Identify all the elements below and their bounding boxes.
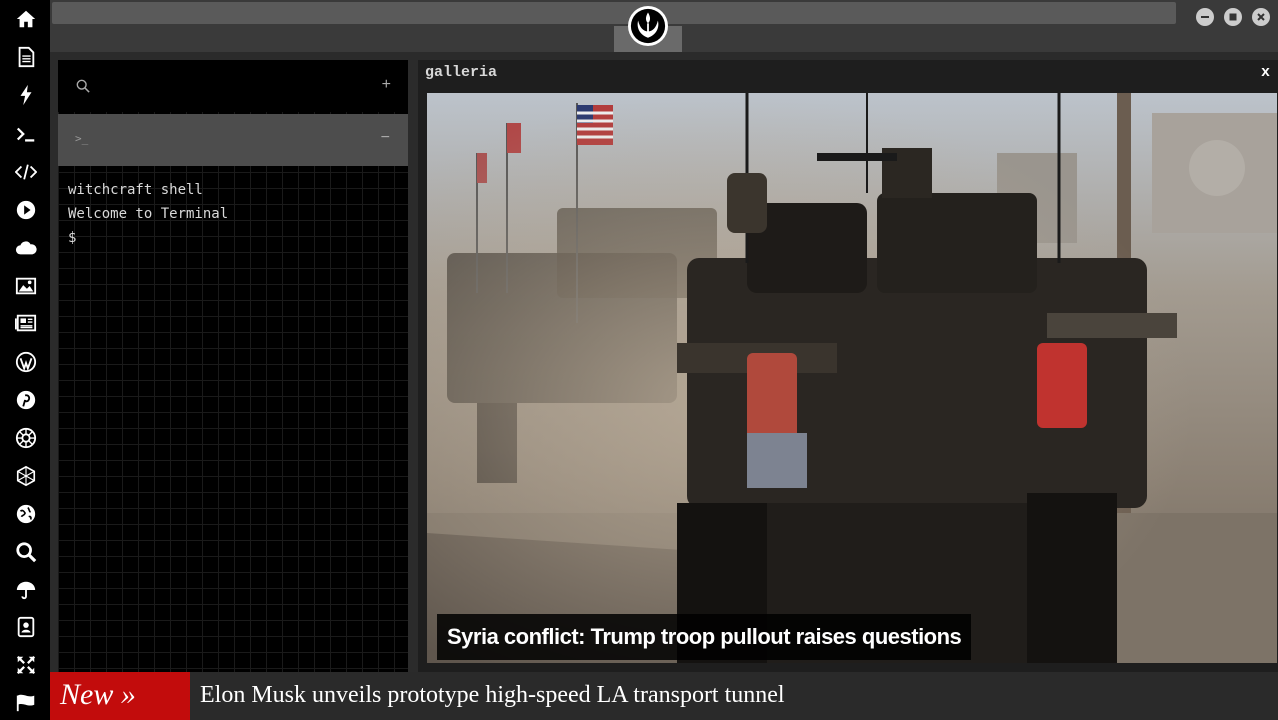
bolt-icon[interactable] [13, 82, 39, 108]
search-icon[interactable] [13, 539, 39, 565]
search-icon[interactable] [76, 79, 90, 98]
ticker-headline[interactable]: Elon Musk unveils prototype high-speed L… [200, 672, 785, 720]
address-bar[interactable] [52, 2, 1176, 24]
ticker-label: New » [50, 672, 190, 720]
maximize-button[interactable] [1224, 8, 1242, 26]
close-window-button[interactable] [1252, 8, 1270, 26]
wordpress-icon[interactable] [13, 349, 39, 375]
news-ticker: New » Elon Musk unveils prototype high-s… [50, 672, 1278, 720]
terminal-line: witchcraft shell [68, 182, 203, 198]
terminal-icon[interactable] [13, 121, 39, 147]
minimize-button[interactable] [1196, 8, 1214, 26]
rebel-alliance-logo-icon[interactable] [628, 6, 668, 46]
top-bar [50, 0, 1278, 52]
galactic-empire-icon[interactable] [13, 425, 39, 451]
gallery-panel: galleria x Syria conflict: Trump troop p… [418, 60, 1278, 672]
gallery-close-button[interactable]: x [1261, 64, 1270, 81]
collapse-button[interactable]: − [381, 129, 390, 147]
play-icon[interactable] [13, 197, 39, 223]
image-icon[interactable] [13, 273, 39, 299]
add-button[interactable]: + [382, 76, 391, 94]
gallery-photo[interactable]: Syria conflict: Trump troop pullout rais… [427, 93, 1277, 663]
terminal-output[interactable]: witchcraft shell Welcome to Terminal $ [68, 178, 228, 250]
hexagon-icon[interactable] [13, 463, 39, 489]
globe-icon[interactable] [13, 501, 39, 527]
flag-icon[interactable] [13, 689, 39, 715]
newspaper-icon[interactable] [13, 310, 39, 336]
umbrella-icon[interactable] [13, 577, 39, 603]
contacts-icon[interactable] [13, 614, 39, 640]
expand-icon[interactable] [13, 652, 39, 678]
terminal-line: Welcome to Terminal [68, 206, 229, 222]
cloud-icon[interactable] [13, 235, 39, 261]
pinterest-icon[interactable] [13, 387, 39, 413]
gallery-caption: Syria conflict: Trump troop pullout rais… [437, 614, 972, 660]
terminal-tab[interactable]: >_ − [58, 114, 408, 166]
terminal-prompt-icon: >_ [75, 132, 89, 145]
code-icon[interactable] [13, 159, 39, 185]
terminal-prompt: $ [68, 230, 77, 246]
gallery-title: galleria [425, 64, 498, 81]
terminal-panel: + >_ − witchcraft shell Welcome to Termi… [58, 60, 408, 672]
home-icon[interactable] [13, 6, 39, 32]
icon-rail [0, 0, 50, 720]
terminal-search-bar[interactable]: + [58, 60, 408, 112]
document-icon[interactable] [13, 44, 39, 70]
